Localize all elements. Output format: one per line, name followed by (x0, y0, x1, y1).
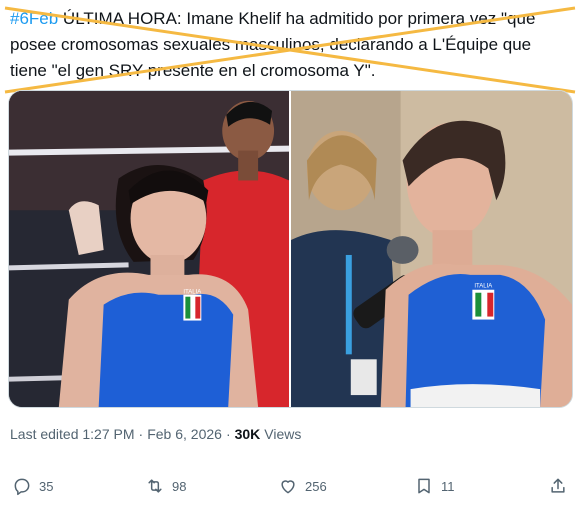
repost-count: 98 (172, 478, 187, 494)
meta-separator: · (225, 426, 231, 442)
jersey-text-right: ITALIA (474, 284, 492, 290)
bookmark-count: 11 (441, 478, 455, 494)
bookmark-button[interactable]: 11 (414, 476, 455, 496)
like-icon (281, 480, 295, 494)
photo-left[interactable]: ITALIA (9, 91, 289, 407)
reply-button[interactable]: 35 (12, 476, 53, 496)
hashtag-link[interactable]: #6Feb (10, 9, 58, 28)
views-count: 30K (234, 426, 261, 442)
tweet-text: #6Feb ÚLTIMA HORA: Imane Khelif ha admit… (10, 6, 570, 84)
photo-left-illustration: ITALIA (9, 91, 289, 407)
share-button[interactable] (548, 476, 568, 496)
photo-right[interactable]: ITALIA (291, 91, 572, 407)
tweet-date[interactable]: Feb 6, 2026 (147, 426, 222, 442)
tweet-media[interactable]: ITALIA ITALIA (8, 90, 573, 408)
reply-icon (14, 478, 30, 496)
photo-right-illustration: ITALIA (291, 91, 572, 407)
like-count: 256 (305, 478, 327, 494)
repost-button[interactable]: 98 (145, 476, 186, 496)
tweet-meta: Last edited 1:27 PM · Feb 6, 2026 · 30K … (10, 426, 301, 442)
share-icon (551, 478, 565, 493)
bookmark-icon (418, 478, 430, 494)
reply-count: 35 (39, 478, 54, 494)
jersey-text-left: ITALIA (183, 290, 201, 296)
action-bar: 35 98 256 11 (0, 470, 581, 504)
edited-label[interactable]: Last edited 1:27 PM (10, 426, 135, 442)
meta-separator: · (138, 426, 144, 442)
like-button[interactable]: 256 (278, 476, 327, 496)
views-label: Views (264, 426, 302, 442)
repost-icon (148, 479, 162, 493)
tweet-body: ÚLTIMA HORA: Imane Khelif ha admitido po… (10, 9, 536, 80)
